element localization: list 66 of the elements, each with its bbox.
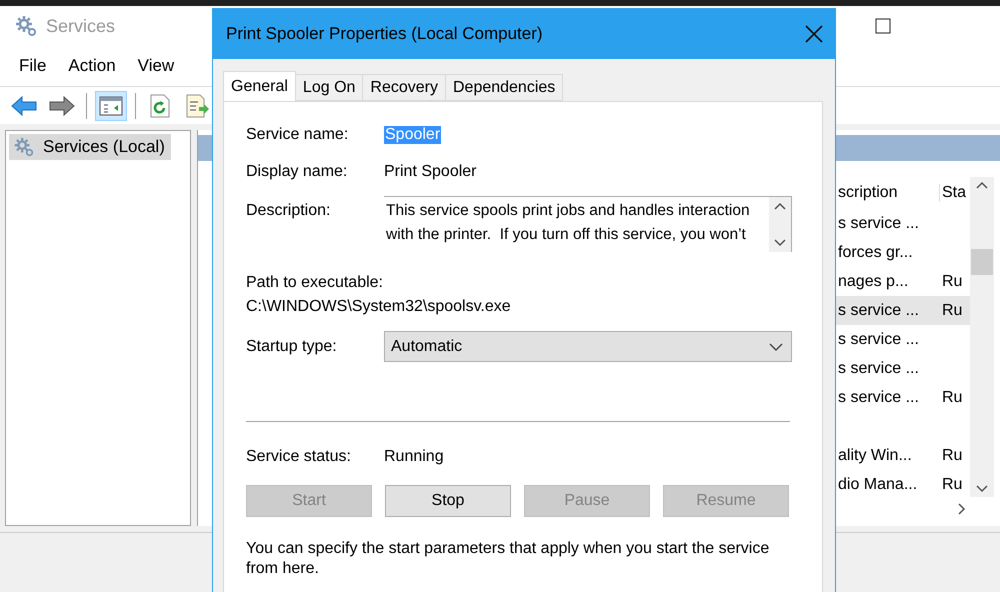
close-icon[interactable] bbox=[805, 25, 823, 43]
tab[interactable]: Dependencies bbox=[444, 74, 564, 101]
table-cell: forces gr... bbox=[838, 244, 913, 260]
toolbar-button[interactable] bbox=[95, 90, 127, 120]
refresh-icon bbox=[150, 94, 170, 118]
table-cell: Ru bbox=[942, 302, 962, 318]
gear-icon bbox=[13, 136, 35, 158]
tab[interactable]: General bbox=[223, 71, 296, 101]
list-row[interactable]: nages p... Ru bbox=[836, 267, 970, 296]
menu-item[interactable]: Action bbox=[68, 56, 116, 76]
pane-toggle-icon bbox=[99, 94, 123, 116]
tab[interactable]: Recovery bbox=[362, 74, 446, 101]
field-label: Service name: bbox=[246, 126, 350, 144]
table-cell: s service ... bbox=[838, 388, 919, 406]
list-row[interactable]: dio Mana... Ru bbox=[836, 470, 970, 499]
table-cell: Ru bbox=[942, 446, 962, 464]
vertical-scrollbar[interactable] bbox=[970, 177, 994, 497]
table-cell: Ru bbox=[942, 388, 962, 406]
dialog-title: Print Spooler Properties (Local Computer) bbox=[226, 24, 543, 44]
field-label: Startup type: bbox=[246, 338, 338, 356]
field-label: Display name: bbox=[246, 162, 348, 180]
list-row[interactable]: s service ... Ru bbox=[836, 296, 970, 325]
table-cell: Ru bbox=[942, 476, 962, 492]
field-value: Running bbox=[384, 448, 444, 466]
scroll-thumb[interactable] bbox=[971, 249, 993, 275]
tree-item[interactable]: Services (Local) bbox=[9, 134, 171, 160]
scroll-down-icon[interactable] bbox=[774, 239, 786, 247]
startup-type-dropdown[interactable]: Automatic bbox=[384, 331, 792, 362]
scroll-up-icon[interactable] bbox=[774, 202, 786, 210]
list-row[interactable]: ality Win... Ru bbox=[836, 441, 970, 470]
field-value: Print Spooler bbox=[384, 162, 476, 180]
field-value: Spooler bbox=[384, 126, 442, 144]
table-cell: s service ... bbox=[838, 360, 919, 376]
table-cell: dio Mana... bbox=[838, 476, 918, 492]
export-list-icon bbox=[186, 94, 210, 118]
back-arrow-icon bbox=[11, 96, 37, 116]
scroll-right-icon[interactable] bbox=[958, 503, 966, 515]
chevron-down-icon bbox=[769, 342, 783, 350]
table-cell: s service ... bbox=[838, 214, 919, 232]
table-cell: ality Win... bbox=[838, 446, 912, 464]
table-cell: nages p... bbox=[838, 272, 908, 290]
field-label: Service status: bbox=[246, 448, 352, 466]
window-title: Services bbox=[46, 16, 116, 36]
forward-arrow-icon bbox=[49, 96, 75, 116]
hint-text: You can specify the start parameters that apply when you start the service from here. bbox=[246, 539, 770, 579]
field-label: Description: bbox=[246, 201, 332, 220]
list-row[interactable]: s service ... bbox=[836, 209, 970, 238]
list-row[interactable]: s service ... bbox=[836, 325, 970, 354]
field-label: Path to executable: bbox=[246, 274, 384, 292]
column-header[interactable]: Sta bbox=[940, 184, 970, 202]
menu-item[interactable]: File bbox=[19, 56, 46, 76]
tab[interactable]: Log On bbox=[294, 74, 364, 101]
scroll-down-icon[interactable] bbox=[976, 485, 988, 493]
description-box[interactable]: This service spools print jobs and handles interaction with the printer. If you turn off this service, you won’t bbox=[384, 196, 792, 252]
table-cell: Ru bbox=[942, 272, 962, 290]
table-cell: s service ... bbox=[838, 330, 919, 348]
table-cell: s service ... bbox=[838, 302, 919, 318]
gear-icon bbox=[14, 14, 38, 38]
menu-item[interactable]: View bbox=[138, 56, 174, 76]
maximize-icon[interactable] bbox=[875, 18, 891, 34]
list-row[interactable]: s service ... bbox=[836, 354, 970, 383]
service-button[interactable]: Stop bbox=[385, 485, 511, 517]
list-row[interactable]: s service ... Ru bbox=[836, 383, 970, 412]
scroll-up-icon[interactable] bbox=[976, 181, 988, 189]
list-row[interactable]: forces gr... bbox=[836, 238, 970, 267]
field-value: C:\WINDOWS\System32\spoolsv.exe bbox=[246, 298, 512, 316]
